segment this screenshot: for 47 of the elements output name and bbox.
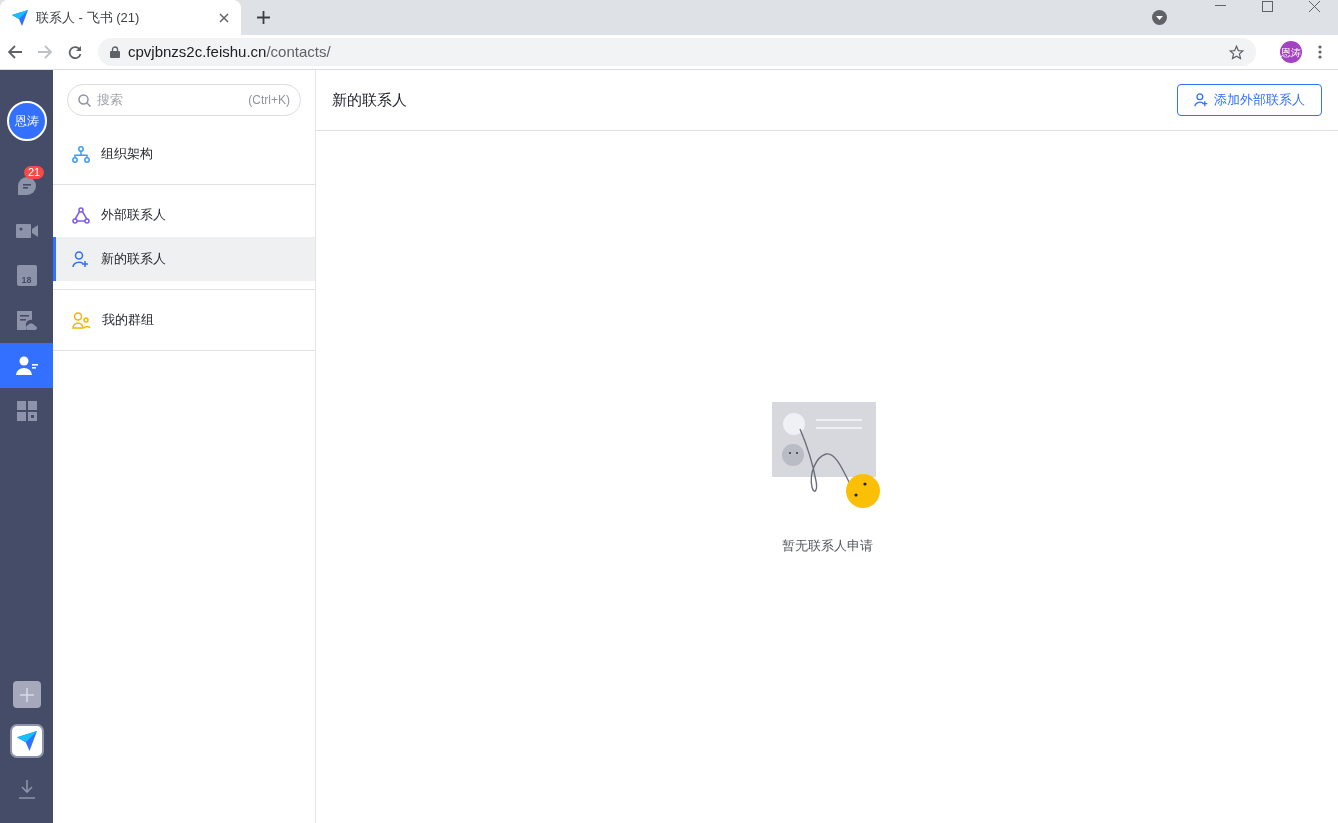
back-arrow-icon[interactable] — [8, 45, 22, 59]
person-plus-icon — [72, 250, 90, 268]
reload-icon[interactable] — [68, 45, 82, 59]
calendar-icon: 18 — [16, 265, 37, 286]
unread-count-badge: 21 — [24, 166, 45, 179]
contacts-person-icon — [15, 355, 38, 376]
add-external-contact-button[interactable]: 添加外部联系人 — [1177, 84, 1322, 116]
dropdown-circle-icon[interactable] — [1152, 10, 1167, 25]
address-bar[interactable]: cpvjbnzs2c.feishu.cn/contacts/ — [98, 38, 1256, 66]
page-title: 新的联系人 — [332, 89, 408, 110]
triangle-nodes-icon — [72, 206, 90, 224]
maximize-icon[interactable] — [1262, 1, 1273, 12]
empty-state-text: 暂无联系人申请 — [781, 537, 873, 555]
browser-tab[interactable]: 联系人 - 飞书 (21) — [0, 0, 241, 35]
sidebar-item[interactable]: 新的联系人 — [53, 237, 315, 281]
nav-rail-item[interactable] — [0, 343, 53, 388]
document-cloud-icon — [16, 310, 37, 331]
search-icon — [78, 93, 91, 107]
shortcut-hint: (Ctrl+K) — [248, 92, 290, 109]
plus-icon — [19, 687, 34, 702]
search-input[interactable]: 搜索 — [97, 90, 243, 110]
download-icon[interactable] — [17, 780, 36, 799]
close-icon[interactable] — [1309, 1, 1320, 12]
sidebar-item[interactable]: 组织架构 — [53, 132, 315, 176]
sidebar-item[interactable]: 我的群组 — [53, 298, 315, 342]
person-plus-icon — [1194, 93, 1209, 107]
user-avatar[interactable]: 恩涛 — [6, 101, 47, 141]
chat-bubble-icon — [16, 175, 37, 196]
paper-plane-logo-icon — [16, 731, 37, 751]
new-tab-plus-icon[interactable] — [257, 11, 270, 24]
sidebar-item[interactable]: 外部联系人 — [53, 193, 315, 237]
url-text: cpvjbnzs2c.feishu.cn/contacts/ — [128, 41, 331, 62]
star-icon[interactable] — [1229, 44, 1244, 60]
add-app-button[interactable] — [12, 681, 41, 708]
minimize-icon[interactable] — [1215, 5, 1226, 7]
org-chart-icon — [72, 145, 90, 163]
more-menu-icon[interactable] — [1318, 45, 1322, 59]
nav-rail-item[interactable]: 21 — [0, 163, 53, 208]
close-icon[interactable] — [219, 12, 229, 23]
profile-avatar[interactable]: 恩涛 — [1280, 41, 1302, 63]
app-shortcut-button[interactable] — [9, 724, 44, 758]
paper-plane-logo-icon — [12, 9, 28, 26]
app-grid-icon — [16, 400, 37, 421]
lock-icon — [110, 46, 120, 58]
people-group-icon — [72, 311, 91, 329]
video-camera-icon — [15, 222, 38, 239]
tab-title: 联系人 - 飞书 (21) — [36, 8, 141, 27]
